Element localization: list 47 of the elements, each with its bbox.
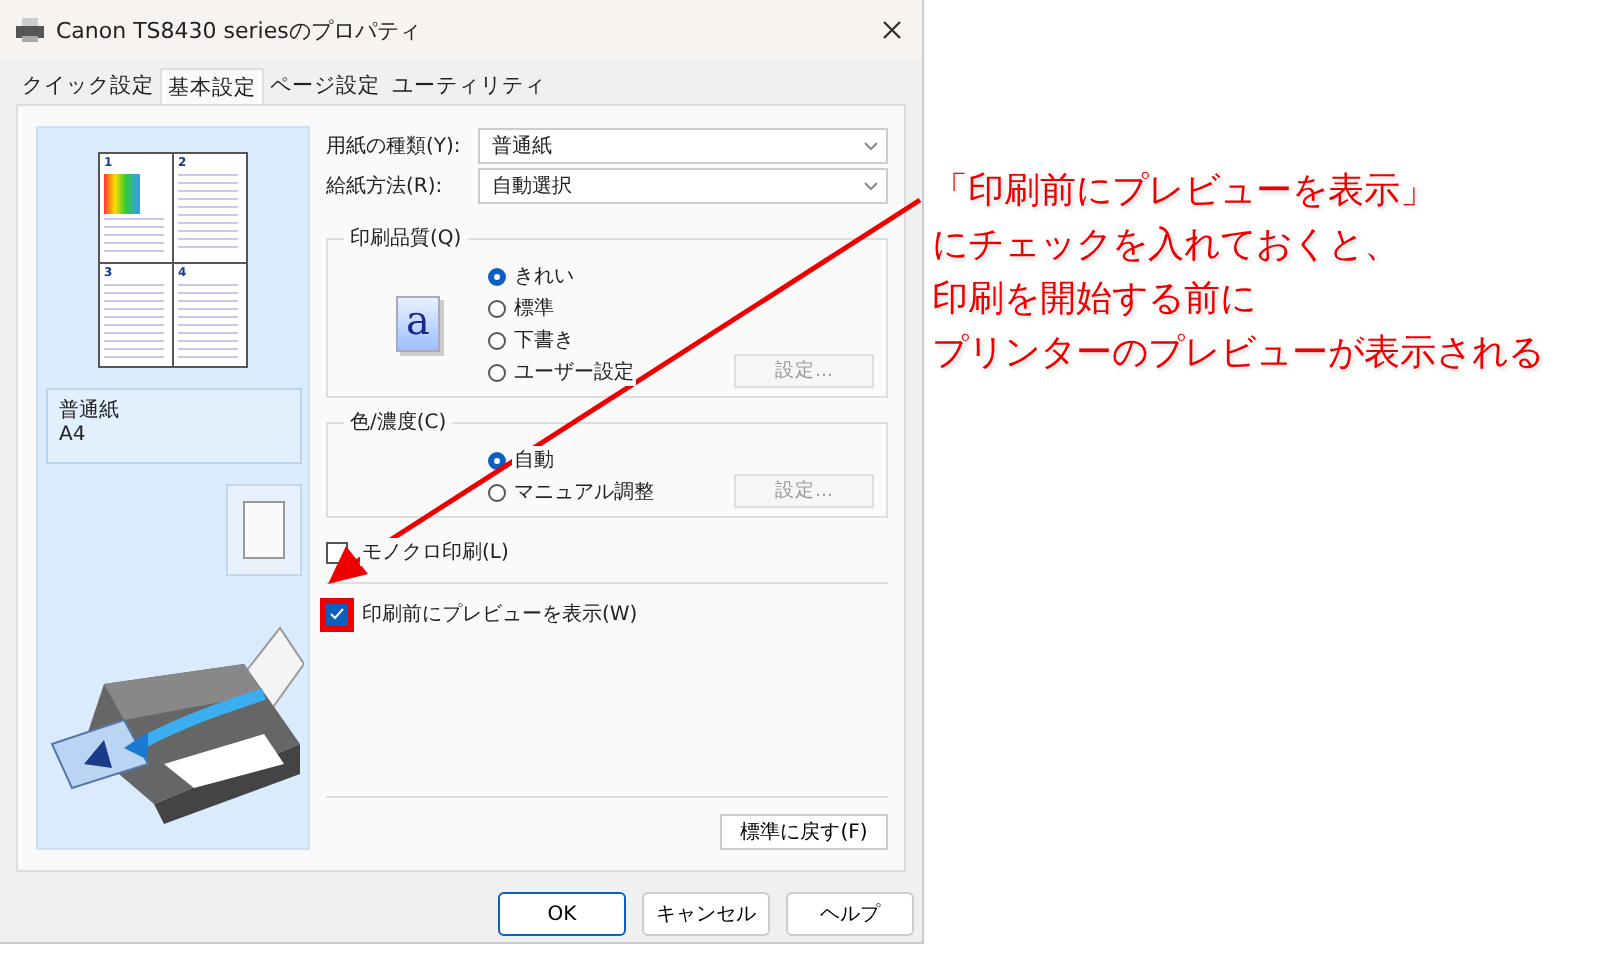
checkbox-label[interactable]: 印刷前にプレビューを表示(W) — [360, 600, 640, 628]
annotation-text: プリンターのプレビューが表示される — [932, 330, 1544, 378]
dropdown[interactable]: 普通紙 — [478, 128, 888, 164]
dialog-button[interactable]: キャンセル — [642, 892, 770, 936]
option-label[interactable]: 下書き — [512, 326, 576, 354]
annotation-text: にチェックを入れておくと、 — [932, 222, 1402, 270]
option-label[interactable]: マニュアル調整 — [512, 478, 656, 506]
option-label[interactable]: 標準 — [512, 294, 556, 322]
text-lines-icon — [104, 283, 164, 359]
field-label: 用紙の種類(Y): — [326, 133, 463, 160]
paper-size: A4 — [59, 424, 88, 446]
chevron-icon — [864, 182, 878, 190]
radio-button[interactable] — [488, 363, 506, 381]
window-title: Canon TS8430 seriesのプロパティ — [56, 15, 423, 45]
dialog-button[interactable]: ヘルプ — [786, 892, 914, 936]
checkbox-label[interactable]: モノクロ印刷(L) — [360, 538, 511, 566]
radio-button[interactable] — [488, 267, 506, 285]
quality-icon: a — [396, 296, 440, 352]
reset-button[interactable]: 標準に戻す(F) — [720, 814, 888, 850]
option-label[interactable]: ユーザー設定 — [512, 358, 636, 386]
radio-button[interactable] — [488, 331, 506, 349]
option-label[interactable]: きれい — [512, 262, 576, 290]
text-lines-icon — [178, 174, 238, 250]
dropdown[interactable]: 自動選択 — [478, 168, 888, 204]
tab[interactable]: クイック設定 — [16, 68, 160, 104]
field-label: 給紙方法(R): — [326, 173, 445, 200]
tab[interactable]: ページ設定 — [264, 68, 386, 104]
group-title: 色/濃度(C) — [344, 408, 453, 436]
paper-icon — [226, 484, 302, 576]
option-label[interactable]: 自動 — [512, 446, 556, 474]
checkbox[interactable] — [326, 603, 348, 625]
tab[interactable]: 基本設定 — [160, 68, 264, 104]
annotation-text: 「印刷前にプレビューを表示」 — [932, 168, 1438, 216]
text-lines-icon — [104, 218, 164, 254]
close-icon[interactable] — [882, 20, 902, 40]
radio-button[interactable] — [488, 451, 506, 469]
printer-icon — [16, 18, 44, 42]
dialog-button[interactable]: OK — [498, 892, 626, 936]
color-bar-icon — [104, 174, 140, 214]
text-lines-icon — [178, 283, 238, 359]
radio-button[interactable] — [488, 299, 506, 317]
media-type: 普通紙 — [59, 397, 121, 424]
annotation-text: 印刷を開始する前に — [932, 276, 1258, 324]
tab[interactable]: ユーティリティ — [386, 68, 552, 104]
group-title: 印刷品質(Q) — [344, 224, 468, 252]
radio-button[interactable] — [488, 483, 506, 501]
chevron-icon — [864, 142, 878, 150]
